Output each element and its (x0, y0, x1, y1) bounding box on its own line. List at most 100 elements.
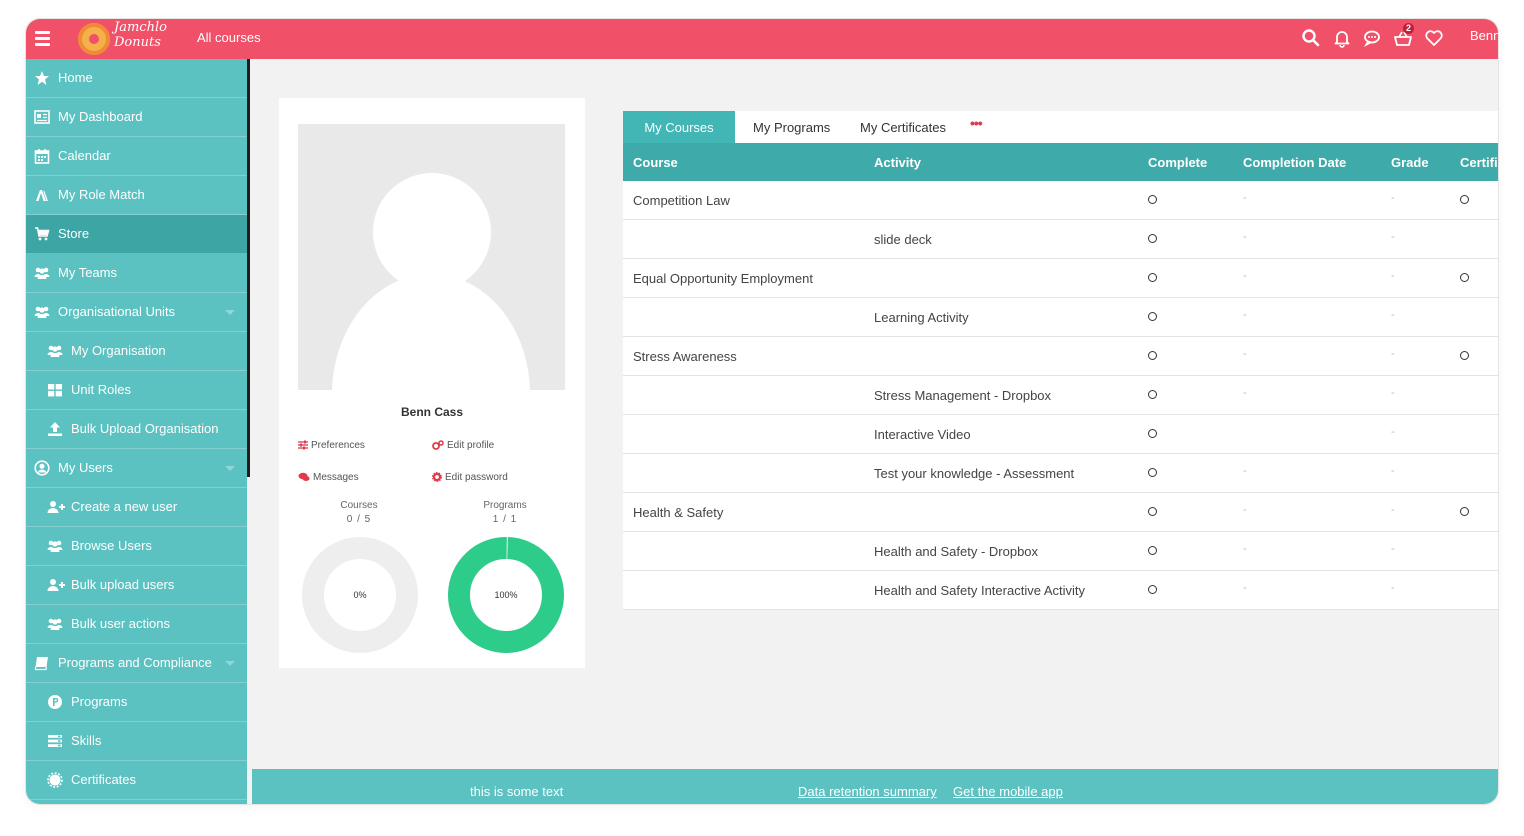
activity-name-cell[interactable]: Health and Safety - Dropbox (874, 544, 1038, 559)
column-header-course[interactable]: Course (633, 155, 678, 170)
activity-name-cell[interactable]: Test your knowledge - Assessment (874, 466, 1074, 481)
activity-name-cell[interactable]: slide deck (874, 232, 932, 247)
grade-cell: - (1391, 192, 1395, 204)
course-name-cell[interactable]: Competition Law (633, 193, 730, 208)
sidebar-item-label: My Users (58, 460, 113, 475)
avatar[interactable] (298, 124, 565, 390)
sidebar-item-my-teams[interactable]: My Teams (26, 254, 247, 293)
sidebar-item-bulk-upload-organisation[interactable]: Bulk Upload Organisation (26, 410, 247, 449)
sidebar-item-label: Home (58, 70, 93, 85)
column-header-certificate[interactable]: Certificate (1460, 155, 1498, 170)
column-header-complete[interactable]: Complete (1148, 155, 1207, 170)
hamburger-menu-icon[interactable] (35, 28, 51, 50)
all-courses-link[interactable]: All courses (197, 30, 261, 45)
sidebar-item-label: Skills (71, 733, 102, 748)
column-header-completion-date[interactable]: Completion Date (1243, 155, 1346, 170)
table-row[interactable]: Health and Safety - Dropbox - - (623, 532, 1498, 571)
grade-cell: - (1391, 348, 1395, 360)
completion-date-cell: - (1243, 192, 1247, 204)
complete-status-icon[interactable] (1148, 195, 1157, 204)
user-circle-icon (34, 460, 50, 476)
bell-icon[interactable] (1330, 26, 1354, 50)
data-retention-link[interactable]: Data retention summary (798, 784, 937, 799)
table-row[interactable]: Learning Activity - - (623, 298, 1498, 337)
complete-status-icon[interactable] (1148, 429, 1157, 438)
table-row[interactable]: Stress Awareness - - (623, 337, 1498, 376)
sidebar-item-label: Bulk upload users (71, 577, 175, 592)
sidebar-item-my-role-match[interactable]: My Role Match (26, 176, 247, 215)
certificate-status-icon[interactable] (1460, 351, 1469, 360)
mobile-app-link[interactable]: Get the mobile app (953, 784, 1063, 799)
column-header-grade[interactable]: Grade (1391, 155, 1429, 170)
sidebar-item-my-organisation[interactable]: My Organisation (26, 332, 247, 371)
certificate-status-icon[interactable] (1460, 273, 1469, 282)
course-name-cell[interactable]: Equal Opportunity Employment (633, 271, 813, 286)
grade-cell: - (1391, 426, 1395, 438)
complete-status-icon[interactable] (1148, 351, 1157, 360)
course-name-cell[interactable]: Stress Awareness (633, 349, 737, 364)
sidebar-item-browse-users[interactable]: Browse Users (26, 527, 247, 566)
table-row[interactable]: Interactive Video - (623, 415, 1498, 454)
footer-text: this is some text (470, 784, 564, 799)
edit-password-link[interactable]: Edit password (431, 471, 508, 483)
search-icon[interactable] (1299, 26, 1323, 50)
complete-status-icon[interactable] (1148, 585, 1157, 594)
sidebar-item-skills[interactable]: Skills (26, 722, 247, 761)
users-icon (47, 616, 63, 632)
activity-name-cell[interactable]: Interactive Video (874, 427, 971, 442)
sidebar-item-bulk-user-actions[interactable]: Bulk user actions (26, 605, 247, 644)
table-row[interactable]: slide deck - - (623, 220, 1498, 259)
complete-status-icon[interactable] (1148, 234, 1157, 243)
sidebar-item-unit-roles[interactable]: Unit Roles (26, 371, 247, 410)
sidebar-item-label: Programs (71, 694, 128, 709)
edit-profile-link[interactable]: Edit profile (432, 440, 494, 451)
tab-my-programs[interactable]: My Programs (753, 111, 830, 143)
sidebar-item-store[interactable]: Store (26, 215, 247, 254)
table-row[interactable]: Equal Opportunity Employment - - (623, 259, 1498, 298)
users-icon (34, 265, 50, 281)
course-name-cell[interactable]: Health & Safety (633, 505, 723, 520)
sidebar-item-my-users[interactable]: My Users (26, 449, 247, 488)
user-menu[interactable]: Benn (1470, 28, 1498, 43)
sidebar-item-home[interactable]: Home (26, 59, 247, 98)
heart-icon[interactable] (1422, 26, 1446, 50)
sidebar-item-create-a-new-user[interactable]: Create a new user (26, 488, 247, 527)
certificate-status-icon[interactable] (1460, 507, 1469, 516)
sidebar-item-my-dashboard[interactable]: My Dashboard (26, 98, 247, 137)
complete-status-icon[interactable] (1148, 546, 1157, 555)
sidebar-item-bulk-upload-users[interactable]: Bulk upload users (26, 566, 247, 605)
expand-caret-icon[interactable] (225, 466, 235, 471)
activity-name-cell[interactable]: Learning Activity (874, 310, 969, 325)
comments-icon (298, 472, 310, 481)
activity-name-cell[interactable]: Health and Safety Interactive Activity (874, 583, 1085, 598)
table-row[interactable]: Stress Management - Dropbox - - (623, 376, 1498, 415)
table-row[interactable]: Test your knowledge - Assessment - - (623, 454, 1498, 493)
tab-my-certificates[interactable]: My Certificates (860, 111, 946, 143)
expand-caret-icon[interactable] (225, 661, 235, 666)
complete-status-icon[interactable] (1148, 390, 1157, 399)
table-row[interactable]: Health & Safety - - (623, 493, 1498, 532)
table-row[interactable]: Health and Safety Interactive Activity - - (623, 571, 1498, 610)
preferences-link[interactable]: Preferences (298, 440, 365, 451)
chat-icon[interactable] (1360, 26, 1384, 50)
sidebar-item-programs-and-compliance[interactable]: Programs and Compliance (26, 644, 247, 683)
messages-link[interactable]: Messages (298, 472, 359, 483)
sidebar-item-programs[interactable]: Programs (26, 683, 247, 722)
complete-status-icon[interactable] (1148, 507, 1157, 516)
sidebar-item-organisational-units[interactable]: Organisational Units (26, 293, 247, 332)
table-row[interactable]: Competition Law - - (623, 181, 1498, 220)
complete-status-icon[interactable] (1148, 468, 1157, 477)
basket-icon[interactable]: 2 (1391, 23, 1415, 50)
expand-caret-icon[interactable] (225, 310, 235, 315)
column-header-activity[interactable]: Activity (874, 155, 921, 170)
complete-status-icon[interactable] (1148, 312, 1157, 321)
complete-status-icon[interactable] (1148, 273, 1157, 282)
activity-name-cell[interactable]: Stress Management - Dropbox (874, 388, 1051, 403)
certificate-status-icon[interactable] (1460, 195, 1469, 204)
sidebar-item-certificates[interactable]: Certificates (26, 761, 247, 800)
sidebar-item-calendar[interactable]: Calendar (26, 137, 247, 176)
brand-logo[interactable]: Jamchlo Donuts (78, 20, 178, 57)
tabs-more-menu[interactable]: ••• (970, 115, 983, 131)
user-plus-icon (47, 499, 65, 515)
tab-my-courses[interactable]: My Courses (623, 111, 735, 143)
